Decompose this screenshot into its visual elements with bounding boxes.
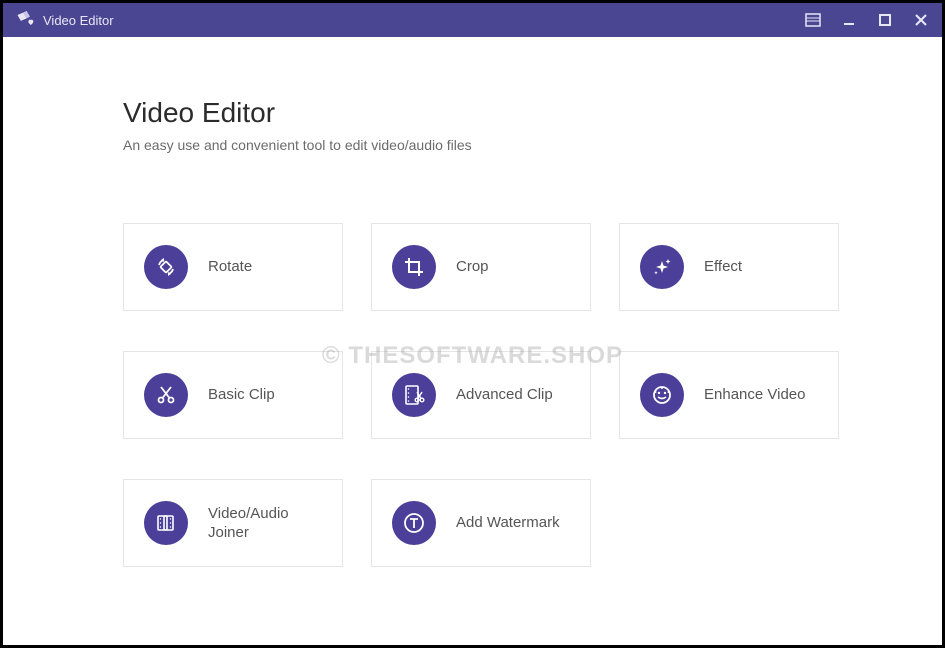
page-title: Video Editor	[123, 97, 842, 129]
scissors-icon	[144, 373, 188, 417]
enhance-icon	[640, 373, 684, 417]
tool-label: Add Watermark	[456, 513, 560, 533]
crop-icon	[392, 245, 436, 289]
app-logo-icon	[15, 10, 35, 30]
app-title: Video Editor	[43, 13, 114, 28]
tool-label: Enhance Video	[704, 385, 805, 405]
effect-icon	[640, 245, 684, 289]
titlebar-left: Video Editor	[15, 10, 114, 30]
app-window: Video Editor	[0, 0, 945, 648]
tool-label: Basic Clip	[208, 385, 275, 405]
maximize-icon[interactable]	[876, 11, 894, 29]
minimize-icon[interactable]	[840, 11, 858, 29]
rotate-button[interactable]: Rotate	[123, 223, 343, 311]
tool-label: Crop	[456, 257, 489, 277]
tool-label: Effect	[704, 257, 742, 277]
video-audio-joiner-button[interactable]: Video/Audio Joiner	[123, 479, 343, 567]
titlebar: Video Editor	[3, 3, 942, 37]
main-content: Video Editor An easy use and convenient …	[3, 37, 942, 645]
joiner-icon	[144, 501, 188, 545]
tool-label: Advanced Clip	[456, 385, 553, 405]
tool-label: Video/Audio Joiner	[208, 504, 322, 543]
advanced-clip-icon	[392, 373, 436, 417]
rotate-icon	[144, 245, 188, 289]
tool-label: Rotate	[208, 257, 252, 277]
tools-grid: Rotate Crop	[123, 223, 842, 567]
menu-icon[interactable]	[804, 11, 822, 29]
effect-button[interactable]: Effect	[619, 223, 839, 311]
add-watermark-button[interactable]: Add Watermark	[371, 479, 591, 567]
advanced-clip-button[interactable]: Advanced Clip	[371, 351, 591, 439]
crop-button[interactable]: Crop	[371, 223, 591, 311]
close-icon[interactable]	[912, 11, 930, 29]
page-subtitle: An easy use and convenient tool to edit …	[123, 137, 842, 153]
watermark-icon	[392, 501, 436, 545]
basic-clip-button[interactable]: Basic Clip	[123, 351, 343, 439]
enhance-video-button[interactable]: Enhance Video	[619, 351, 839, 439]
titlebar-controls	[804, 11, 930, 29]
